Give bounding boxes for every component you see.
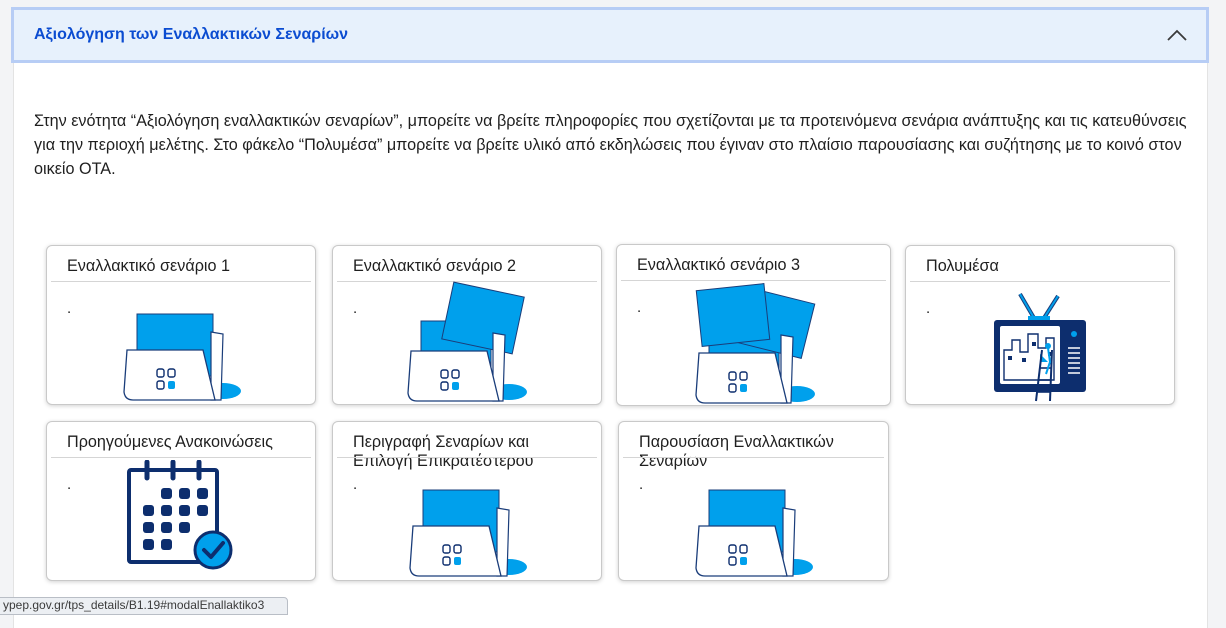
folder-documents-icon [695, 283, 816, 404]
chevron-up-icon[interactable] [1166, 28, 1188, 42]
card-text: . [639, 476, 644, 493]
television-icon [994, 292, 1086, 402]
card-text: . [67, 476, 72, 493]
card-title: Εναλλακτικό σενάριο 1 [67, 257, 230, 275]
card-title: Πολυμέσα [926, 257, 999, 275]
card-scenario-1[interactable]: Εναλλακτικό σενάριο 1 . [46, 245, 316, 405]
folder-icon [123, 313, 241, 401]
card-title: Παρουσίαση Εναλλακτικών Σεναρίων [639, 433, 834, 470]
card-divider [623, 457, 884, 458]
card-text: . [926, 300, 931, 317]
card-divider [337, 457, 597, 458]
card-title: Περιγραφή Σεναρίων και Επιλογή Επικρατέσ… [353, 433, 534, 470]
status-bar-url: ypep.gov.gr/tps_details/B1.19#modalEnall… [0, 597, 288, 615]
card-text: . [67, 300, 72, 317]
accordion-header[interactable]: Αξιολόγηση των Εναλλακτικών Σεναρίων [11, 7, 1209, 63]
card-title: Εναλλακτικό σενάριο 3 [637, 256, 800, 274]
card-divider [51, 281, 311, 282]
card-previous-announcements[interactable]: Προηγούμενες Ανακοινώσεις . [46, 421, 316, 581]
folder-icon [695, 489, 813, 577]
card-divider [910, 281, 1170, 282]
card-divider [51, 457, 311, 458]
card-scenario-2[interactable]: Εναλλακτικό σενάριο 2 . [332, 245, 602, 405]
card-scenarios-description[interactable]: Περιγραφή Σεναρίων και Επιλογή Επικρατέσ… [332, 421, 602, 581]
card-text: . [637, 299, 642, 316]
card-title: Εναλλακτικό σενάριο 2 [353, 257, 516, 275]
card-text: . [353, 476, 358, 493]
intro-text: Στην ενότητα “Αξιολόγηση εναλλακτικών σε… [34, 112, 1187, 178]
folder-documents-icon [407, 281, 527, 402]
card-multimedia[interactable]: Πολυμέσα . [905, 245, 1175, 405]
card-title: Προηγούμενες Ανακοινώσεις [67, 433, 273, 451]
calendar-check-icon [127, 460, 233, 570]
card-scenario-3[interactable]: Εναλλακτικό σενάριο 3 . [616, 244, 891, 406]
folder-icon [409, 489, 527, 577]
card-scenarios-presentation[interactable]: Παρουσίαση Εναλλακτικών Σεναρίων . [618, 421, 889, 581]
accordion-title: Αξιολόγηση των Εναλλακτικών Σεναρίων [34, 26, 349, 43]
card-text: . [353, 300, 358, 317]
